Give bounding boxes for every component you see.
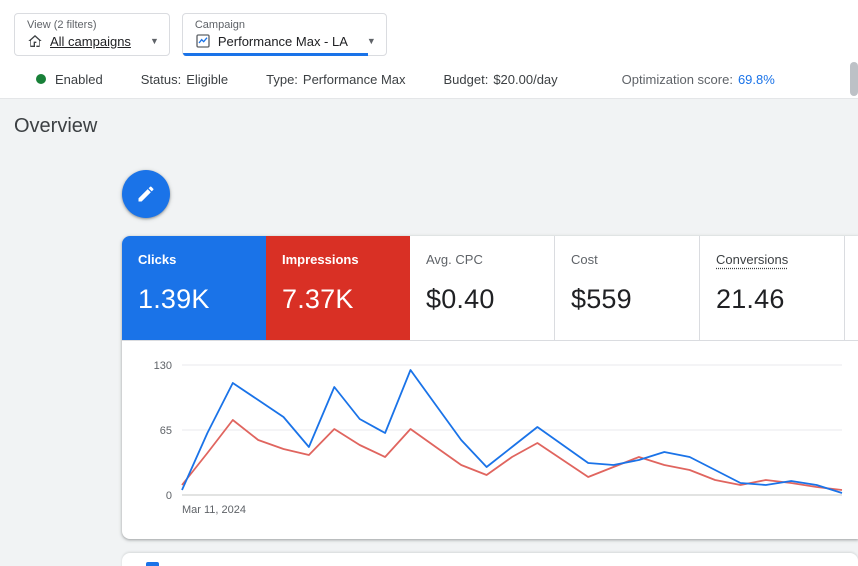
- metric-label: Cost: [571, 252, 598, 267]
- metric-card-impressions[interactable]: Impressions 7.37K: [266, 236, 410, 340]
- optimization-score-field: Optimization score: 69.8%: [622, 72, 775, 87]
- metric-card-conversions[interactable]: Conversions 21.46: [700, 236, 845, 340]
- metric-value: $559: [571, 284, 632, 314]
- metric-value: 7.37K: [282, 284, 354, 314]
- campaign-filter-label: Campaign: [194, 19, 245, 31]
- budget-field: Budget: $20.00/day: [444, 72, 558, 87]
- next-section-card: [122, 553, 858, 566]
- enabled-status-dot: [36, 74, 46, 84]
- campaign-status-bar: Enabled Status: Eligible Type: Performan…: [0, 60, 858, 99]
- home-icon: [27, 33, 43, 49]
- svg-text:130: 130: [154, 360, 172, 372]
- next-section-icon: [146, 562, 159, 566]
- edit-fab-button[interactable]: [122, 170, 170, 218]
- status-value: Eligible: [186, 71, 229, 87]
- metric-value: 1.39K: [138, 284, 210, 314]
- type-label: Type:: [266, 71, 298, 87]
- metric-value: $0.40: [426, 284, 495, 314]
- filter-bar: View (2 filters) All campaigns ▼ Campaig…: [0, 0, 858, 60]
- metric-card-avg-cpc[interactable]: Avg. CPC $0.40: [410, 236, 555, 340]
- metric-label: Avg. CPC: [426, 252, 483, 267]
- metric-card-cost[interactable]: Cost $559: [555, 236, 700, 340]
- svg-text:Mar 11, 2024: Mar 11, 2024: [182, 504, 246, 516]
- status-field: Status: Eligible: [141, 72, 228, 87]
- campaign-filter-value: Performance Max - LA: [217, 33, 348, 49]
- optimization-score-value[interactable]: 69.8%: [738, 72, 775, 87]
- chevron-down-icon: ▼: [149, 36, 159, 46]
- metric-cards-row: Clicks 1.39K Impressions 7.37K Avg. CPC …: [122, 236, 858, 341]
- enabled-status: Enabled: [36, 72, 103, 87]
- page-title: Overview: [14, 115, 98, 137]
- optimization-score-label: Optimization score:: [621, 71, 733, 87]
- type-field: Type: Performance Max: [266, 72, 405, 87]
- metric-label: Clicks: [138, 252, 177, 267]
- view-filter-label: View (2 filters): [27, 19, 97, 31]
- chevron-down-icon: ▼: [366, 36, 376, 46]
- metric-card-partial: [845, 236, 858, 340]
- status-label: Status:: [140, 71, 182, 87]
- budget-value: $20.00/day: [493, 71, 558, 87]
- campaign-filter-dropdown[interactable]: Campaign Performance Max - LA ▼: [181, 13, 387, 56]
- view-filter-value: All campaigns: [50, 33, 131, 49]
- overview-chart-svg: 0 65 130 Mar 11, 2024: [154, 360, 843, 516]
- svg-text:65: 65: [160, 425, 172, 437]
- type-value: Performance Max: [302, 71, 406, 87]
- metric-label: Impressions: [282, 252, 359, 267]
- campaign-chart-icon: [195, 33, 211, 49]
- metric-value: 21.46: [716, 284, 785, 314]
- enabled-status-label: Enabled: [55, 71, 103, 87]
- vertical-scrollbar[interactable]: [850, 62, 858, 96]
- view-filter-dropdown[interactable]: View (2 filters) All campaigns ▼: [14, 13, 170, 56]
- metric-card-clicks[interactable]: Clicks 1.39K: [122, 236, 266, 340]
- pencil-icon: [136, 184, 156, 204]
- svg-text:0: 0: [166, 490, 172, 502]
- budget-label: Budget:: [443, 71, 489, 87]
- performance-overview-card: Clicks 1.39K Impressions 7.37K Avg. CPC …: [122, 236, 858, 539]
- metric-label: Conversions: [716, 252, 789, 267]
- performance-chart[interactable]: 0 65 130 Mar 11, 2024: [122, 341, 858, 539]
- active-filter-indicator: [182, 53, 368, 56]
